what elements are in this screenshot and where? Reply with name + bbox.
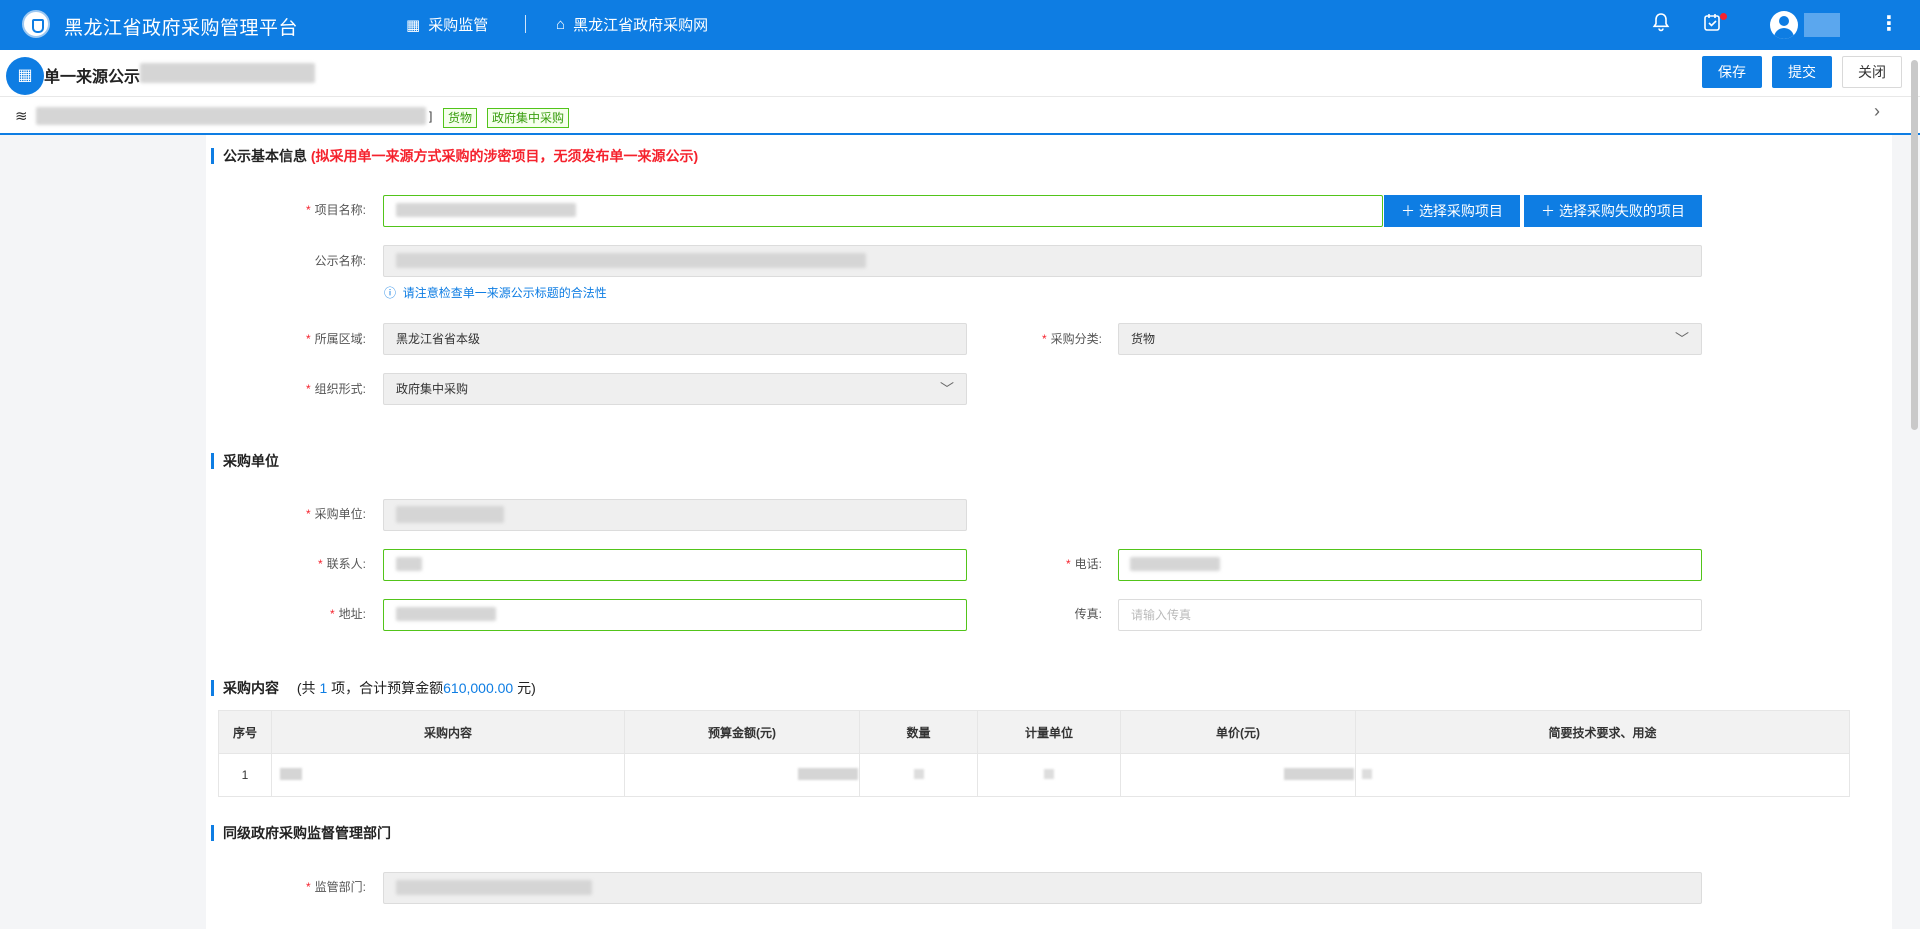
section-basic-info: 公示基本信息 (拟采用单一来源方式采购的涉密项目，无须发布单一来源公示): [211, 148, 698, 164]
cell-tech-requirements: [1355, 753, 1850, 797]
phone-label: * 电话:: [1065, 557, 1102, 571]
notification-dot: [1720, 13, 1727, 20]
table-header-row: 序号 采购内容 预算金额(元) 数量 计量单位 单价(元) 简要技术要求、用途: [218, 710, 1850, 754]
org-form-select[interactable]: 政府集中采购 ﹀: [383, 373, 967, 405]
contact-input[interactable]: [383, 549, 967, 581]
region-input: 黑龙江省省本级: [383, 323, 967, 355]
tag-goods: 货物: [443, 108, 478, 128]
cell-budget: [624, 753, 860, 797]
username-redacted[interactable]: [1804, 13, 1840, 37]
cell-unit-price: [1120, 753, 1356, 797]
fax-label: 传真:: [1074, 607, 1102, 621]
region-label: * 所属区域:: [305, 332, 366, 346]
select-failed-project-button[interactable]: ＋ 选择采购失败的项目: [1524, 195, 1702, 227]
plus-icon: ＋: [1541, 203, 1556, 219]
close-button[interactable]: 关闭: [1842, 56, 1902, 88]
breadcrumb-bracket: ]: [429, 109, 433, 123]
platform-logo-icon: [22, 10, 50, 38]
tag-centralized: 政府集中采购: [487, 108, 570, 128]
buyer-unit-redacted: [396, 506, 504, 523]
secret-project-warning: (拟采用单一来源方式采购的涉密项目，无须发布单一来源公示): [310, 148, 699, 164]
layers-icon: ≋: [15, 108, 28, 125]
column-header: 简要技术要求、用途: [1355, 710, 1850, 754]
address-redacted: [396, 607, 496, 621]
chevron-down-icon: ﹀: [1675, 331, 1689, 347]
info-icon: ⓘ: [384, 286, 397, 300]
chevron-down-icon: ﹀: [940, 381, 954, 397]
grid-icon: ▦: [406, 16, 421, 34]
org-form-label: * 组织形式:: [305, 382, 366, 396]
nav-procurement-supervision[interactable]: ▦ 采购监管: [406, 14, 488, 35]
column-header: 计量单位: [977, 710, 1121, 754]
user-avatar-icon[interactable]: [1770, 11, 1798, 39]
project-name-label: * 项目名称:: [305, 203, 366, 217]
project-code-redacted: [36, 107, 426, 125]
column-header: 单价(元): [1120, 710, 1356, 754]
procurement-items-table: 序号 采购内容 预算金额(元) 数量 计量单位 单价(元) 简要技术要求、用途 …: [218, 710, 1850, 797]
app-title: 黑龙江省政府采购管理平台: [64, 18, 299, 39]
column-header: 采购内容: [271, 710, 625, 754]
project-name-redacted: [396, 203, 576, 217]
section-procurement-content: 采购内容 (共 1 项，合计预算金额610,000.00 元): [211, 680, 536, 696]
contact-label: * 联系人:: [317, 557, 366, 571]
column-header: 数量: [859, 710, 978, 754]
supervision-dept-label: * 监管部门:: [305, 880, 366, 894]
top-navbar: 黑龙江省政府采购管理平台 ▦ 采购监管 ⌂ 黑龙江省政府采购网 ⋮: [0, 0, 1920, 50]
notice-name-redacted: [396, 253, 866, 268]
phone-redacted: [1130, 557, 1220, 571]
nav-label: 采购监管: [428, 17, 489, 34]
vertical-scrollbar[interactable]: [1911, 60, 1918, 430]
supervision-dept-redacted: [396, 880, 592, 895]
fax-input[interactable]: 请输入传真: [1118, 599, 1702, 631]
cell-unit: [977, 753, 1121, 797]
bell-icon[interactable]: [1652, 12, 1670, 37]
content-summary: (共 1 项，合计预算金额610,000.00 元): [296, 680, 536, 696]
row-index: 1: [218, 753, 272, 797]
plus-icon: ＋: [1401, 203, 1416, 219]
form-content: 公示基本信息 (拟采用单一来源方式采购的涉密项目，无须发布单一来源公示) * 项目…: [206, 135, 1892, 929]
submit-button[interactable]: 提交: [1772, 56, 1832, 88]
section-supervision: 同级政府采购监督管理部门: [211, 825, 391, 841]
task-icon[interactable]: [1703, 12, 1721, 37]
buyer-unit-label: * 采购单位:: [305, 507, 366, 521]
notice-name-label: 公示名称:: [314, 254, 366, 268]
chevron-right-icon[interactable]: ›: [1874, 101, 1880, 122]
notice-name-hint: ⓘ 请注意检查单一来源公示标题的合法性: [384, 286, 607, 300]
contact-redacted: [396, 557, 422, 571]
address-label: * 地址:: [329, 607, 366, 621]
column-header: 预算金额(元): [624, 710, 860, 754]
column-header: 序号: [218, 710, 272, 754]
nav-procurement-website[interactable]: ⌂ 黑龙江省政府采购网: [556, 14, 708, 35]
table-row[interactable]: 1: [218, 753, 1850, 797]
nav-divider: [525, 15, 526, 33]
category-label: * 采购分类:: [1041, 332, 1102, 346]
home-icon: ⌂: [556, 16, 566, 33]
more-vertical-icon[interactable]: ⋮: [1879, 11, 1899, 36]
page-title: 单一来源公示: [44, 69, 141, 86]
module-icon: ▦: [6, 57, 44, 95]
section-buyer: 采购单位: [211, 453, 279, 469]
nav-label: 黑龙江省政府采购网: [573, 17, 709, 34]
category-select[interactable]: 货物 ﹀: [1118, 323, 1702, 355]
title-redacted: [140, 63, 315, 83]
cell-content: [271, 753, 625, 797]
save-button[interactable]: 保存: [1702, 56, 1762, 88]
cell-quantity: [859, 753, 978, 797]
select-project-button[interactable]: ＋ 选择采购项目: [1384, 195, 1520, 227]
